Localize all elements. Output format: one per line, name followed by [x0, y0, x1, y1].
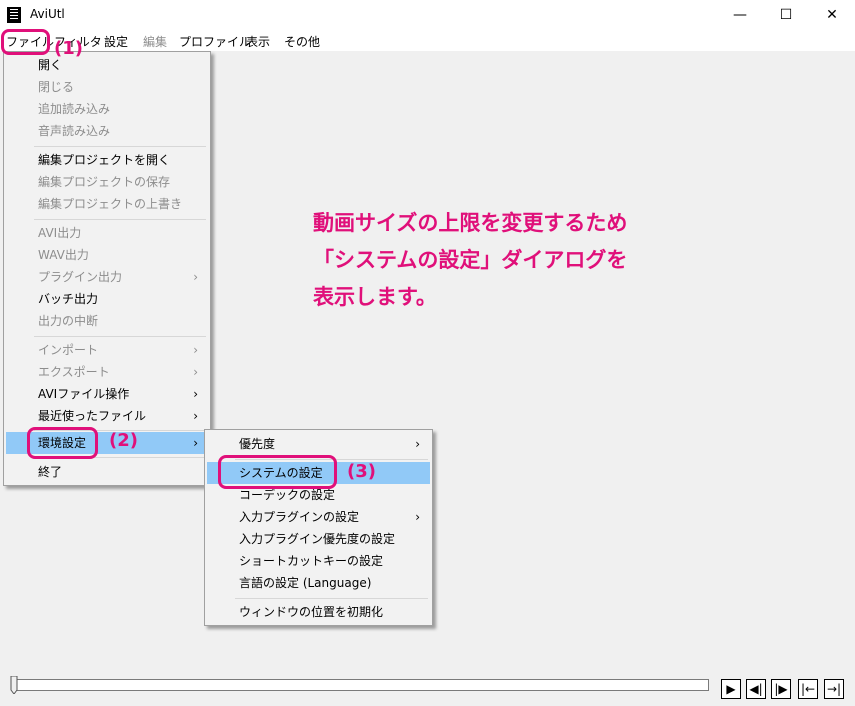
chevron-right-icon: › — [193, 270, 198, 284]
chevron-right-icon: › — [193, 436, 198, 450]
chevron-right-icon: › — [415, 437, 420, 451]
step-label-3: (3) — [347, 461, 376, 482]
maximize-button[interactable]: ☐ — [763, 0, 809, 30]
file-menu-close[interactable]: 閉じる — [6, 76, 208, 98]
instruction-annotation: 動画サイズの上限を変更するため 「システムの設定」ダイアログを 表示します。 — [313, 205, 627, 316]
file-menu: 開く 閉じる 追加読み込み 音声読み込み 編集プロジェクトを開く 編集プロジェク… — [3, 51, 211, 486]
chevron-right-icon: › — [193, 343, 198, 357]
file-menu-recent-files[interactable]: 最近使ったファイル › — [6, 405, 208, 427]
menu-profile[interactable]: プロファイル — [179, 33, 251, 50]
submenu-priority-label: 優先度 — [239, 437, 276, 451]
window-title: AviUtl — [30, 7, 65, 21]
submenu-input-plugin-priority[interactable]: 入力プラグイン優先度の設定 — [207, 528, 430, 550]
submenu-language-settings[interactable]: 言語の設定 (Language) — [207, 572, 430, 594]
play-button[interactable]: ▶ — [721, 679, 741, 699]
menu-settings[interactable]: 設定 — [104, 33, 128, 50]
file-menu-avi-file-ops-label: AVIファイル操作 — [38, 387, 130, 401]
file-menu-save-project[interactable]: 編集プロジェクトの保存 — [6, 171, 208, 193]
file-menu-append[interactable]: 追加読み込み — [6, 98, 208, 120]
submenu-input-plugin-settings-label: 入力プラグインの設定 — [239, 510, 360, 524]
callout-box-step2 — [27, 427, 98, 459]
menu-separator — [34, 146, 206, 147]
callout-box-step1 — [1, 29, 50, 55]
step-label-1: (1) — [54, 38, 83, 59]
file-menu-overwrite-project[interactable]: 編集プロジェクトの上書き — [6, 193, 208, 215]
submenu-input-plugin-settings[interactable]: 入力プラグインの設定 › — [207, 506, 430, 528]
file-menu-open-project[interactable]: 編集プロジェクトを開く — [6, 149, 208, 171]
file-menu-export-label: エクスポート — [38, 365, 110, 379]
submenu-shortcut-settings[interactable]: ショートカットキーの設定 — [207, 550, 430, 572]
menu-edit[interactable]: 編集 — [143, 33, 167, 50]
prev-frame-button[interactable]: ◀| — [746, 679, 766, 699]
file-menu-exit[interactable]: 終了 — [6, 461, 208, 483]
minimize-button[interactable]: — — [717, 0, 763, 30]
menu-view[interactable]: 表示 — [246, 33, 270, 50]
instruction-line-1: 動画サイズの上限を変更するため — [313, 211, 628, 235]
file-menu-audio-load[interactable]: 音声読み込み — [6, 120, 208, 142]
menu-separator — [34, 336, 206, 337]
instruction-line-2: 「システムの設定」ダイアログを — [313, 248, 628, 272]
file-menu-recent-files-label: 最近使ったファイル — [38, 409, 147, 423]
chevron-right-icon: › — [415, 510, 420, 524]
file-menu-export[interactable]: エクスポート › — [6, 361, 208, 383]
file-menu-avi-file-ops[interactable]: AVIファイル操作 › — [6, 383, 208, 405]
file-menu-batch-output[interactable]: バッチ出力 — [6, 288, 208, 310]
menu-separator — [34, 219, 206, 220]
go-to-start-button[interactable]: |← — [798, 679, 818, 699]
go-to-end-button[interactable]: →| — [824, 679, 844, 699]
chevron-right-icon: › — [193, 387, 198, 401]
next-frame-button[interactable]: |▶ — [771, 679, 791, 699]
aviutl-app-icon — [7, 7, 21, 23]
title-bar: AviUtl — ☐ ✕ — [0, 0, 855, 30]
file-menu-wav-output[interactable]: WAV出力 — [6, 244, 208, 266]
instruction-line-3: 表示します。 — [313, 285, 437, 309]
file-menu-import-label: インポート — [38, 343, 99, 357]
chevron-right-icon: › — [193, 365, 198, 379]
file-menu-avi-output[interactable]: AVI出力 — [6, 222, 208, 244]
chevron-right-icon: › — [193, 409, 198, 423]
menu-bar: ファイル フィルタ 設定 編集 プロファイル 表示 その他 — [0, 30, 855, 51]
seek-bar[interactable] — [14, 679, 709, 691]
file-menu-plugin-output-label: プラグイン出力 — [38, 270, 123, 284]
seek-thumb[interactable] — [10, 676, 18, 694]
file-menu-import[interactable]: インポート › — [6, 339, 208, 361]
step-label-2: (2) — [109, 430, 138, 451]
menu-separator — [235, 598, 428, 599]
submenu-reset-window-position[interactable]: ウィンドウの位置を初期化 — [207, 601, 430, 623]
file-menu-open[interactable]: 開く — [6, 54, 208, 76]
file-menu-plugin-output[interactable]: プラグイン出力 › — [6, 266, 208, 288]
close-button[interactable]: ✕ — [809, 0, 855, 30]
submenu-priority[interactable]: 優先度 › — [207, 433, 430, 455]
file-menu-abort-output[interactable]: 出力の中断 — [6, 310, 208, 332]
callout-box-step3 — [218, 455, 337, 489]
menu-other[interactable]: その他 — [284, 33, 320, 50]
